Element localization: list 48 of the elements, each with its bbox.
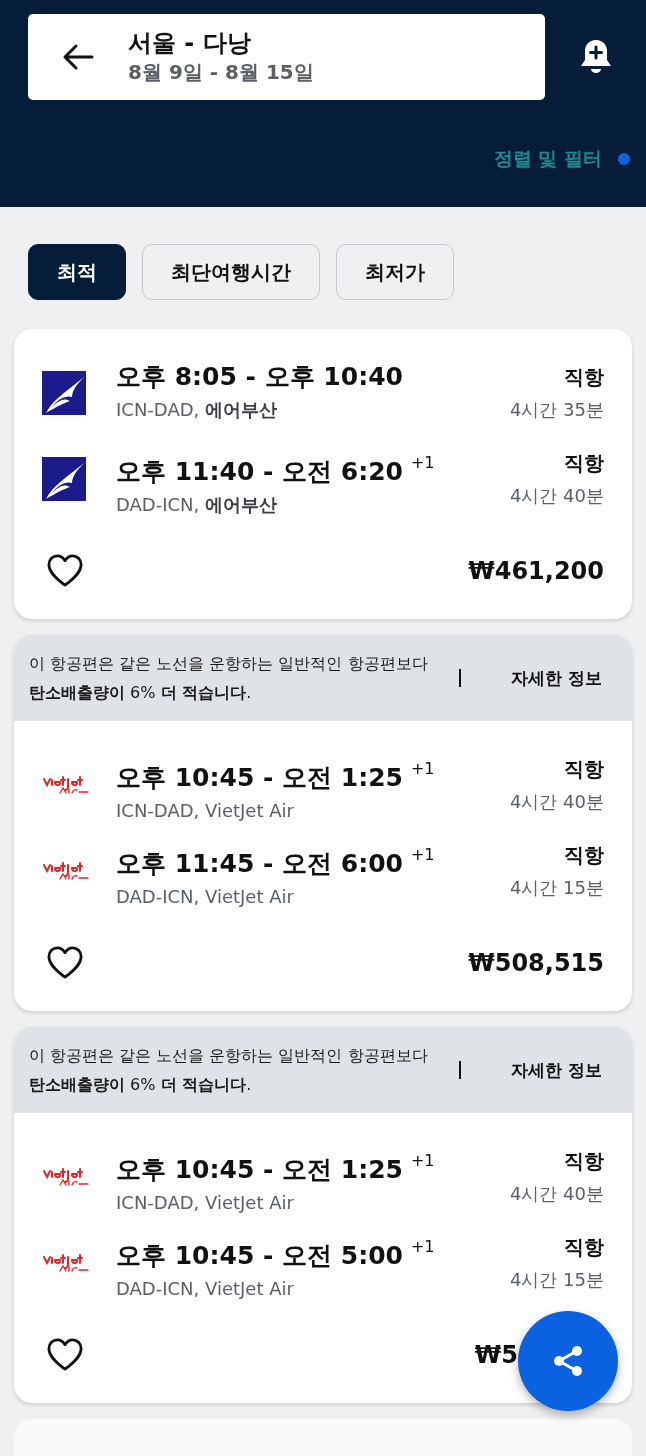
route-airline: DAD-ICN, VietJet Air	[116, 885, 295, 909]
flight-duration: 4시간 40분	[509, 484, 604, 508]
flight-times: 오후 11:45 - 오전 6:00 $^{+1}$	[116, 844, 435, 880]
flight-times: 오후 10:45 - 오전 1:25 $^{+1}$	[116, 758, 435, 794]
flight-duration: 4시간 15분	[509, 1268, 604, 1292]
stops-label: 직항	[564, 450, 604, 477]
flight-card[interactable]: 오후 8:05 - 오후 10:40 ICN-DAD, 에어부산 직항 4시간 35분 오후 11:40 - 오전 6:20 $^{+1}$ DAD-ICN, 에어부산 직항 4시간 40분 ₩461,200	[14, 329, 632, 619]
airline-logo-icon	[42, 457, 86, 501]
route-title: 서울 - 다낭	[128, 28, 252, 58]
price: ₩508,515	[468, 949, 604, 977]
airline-logo-icon	[42, 371, 86, 415]
stops-label: 직항	[564, 364, 604, 391]
stops-label: 직항	[564, 756, 604, 783]
date-range: 8월 9일 - 8월 15일	[128, 59, 314, 86]
search-summary[interactable]: 서울 - 다낭 8월 9일 - 8월 15일	[28, 14, 545, 100]
sort-tab[interactable]: 최단여행시간	[142, 244, 320, 300]
sort-tab[interactable]: 최저가	[336, 244, 454, 300]
details-link[interactable]: 자세한 정보	[511, 666, 602, 690]
route-airline: ICN-DAD, VietJet Air	[116, 1191, 295, 1215]
flight-duration: 4시간 35분	[509, 398, 604, 422]
stops-label: 직항	[564, 1148, 604, 1175]
price: ₩5	[474, 1341, 518, 1369]
stops-label: 직항	[564, 1234, 604, 1261]
bell-plus-icon[interactable]	[579, 38, 613, 76]
flight-times: 오후 11:40 - 오전 6:20 $^{+1}$	[116, 452, 435, 488]
route-airline: ICN-DAD, 에어부산	[116, 398, 278, 422]
stops-label: 직항	[564, 842, 604, 869]
flight-times: 오후 10:45 - 오전 5:00 $^{+1}$	[116, 1236, 435, 1272]
heart-icon[interactable]	[46, 1338, 84, 1372]
emissions-note: 이 항공편은 같은 노선을 운항하는 일반적인 항공편보다 탄소배출량이 6% 더 적습니다.	[29, 653, 429, 704]
flight-duration: 4시간 15분	[509, 876, 604, 900]
flight-times: 오후 8:05 - 오후 10:40	[116, 361, 403, 393]
back-icon[interactable]	[62, 43, 94, 71]
route-airline: DAD-ICN, 에어부산	[116, 493, 278, 517]
emissions-note: 이 항공편은 같은 노선을 운항하는 일반적인 항공편보다 탄소배출량이 6% 더 적습니다.	[29, 1045, 429, 1096]
route-airline: DAD-ICN, VietJet Air	[116, 1277, 295, 1301]
sort-tab[interactable]: 최적	[28, 244, 126, 300]
flight-duration: 4시간 40분	[509, 1182, 604, 1206]
details-link[interactable]: 자세한 정보	[511, 1058, 602, 1082]
price: ₩461,200	[468, 557, 604, 585]
flight-duration: 4시간 40분	[509, 790, 604, 814]
heart-icon[interactable]	[46, 946, 84, 980]
sort-filter-link[interactable]: 정렬 및 필터	[493, 146, 602, 172]
route-airline: ICN-DAD, VietJet Air	[116, 799, 295, 823]
flight-times: 오후 10:45 - 오전 1:25 $^{+1}$	[116, 1150, 435, 1186]
flight-card[interactable]: 이 항공편은 같은 노선을 운항하는 일반적인 항공편보다 탄소배출량이 6% 더 적습니다. 자세한 정보 오후 10:45 - 오전 1:25 $^{+1}$ ICN-DAD, VietJet Air 직항 4시간 40분 오후 10:45 - 오전 5:00 $^{+1}$ DAD-ICN, VietJet Air 직항 4시간 15분 ₩5	[14, 1027, 632, 1403]
heart-icon[interactable]	[46, 554, 84, 588]
flight-card[interactable]: 이 항공편은 같은 노선을 운항하는 일반적인 항공편보다 탄소배출량이 6% 더 적습니다. 자세한 정보 오후 10:45 - 오전 1:25 $^{+1}$ ICN-DAD, VietJet Air 직항 4시간 40분 오후 11:45 - 오전 6:00 $^{+1}$ DAD-ICN, VietJet Air 직항 4시간 15분 ₩508,515	[14, 635, 632, 1011]
